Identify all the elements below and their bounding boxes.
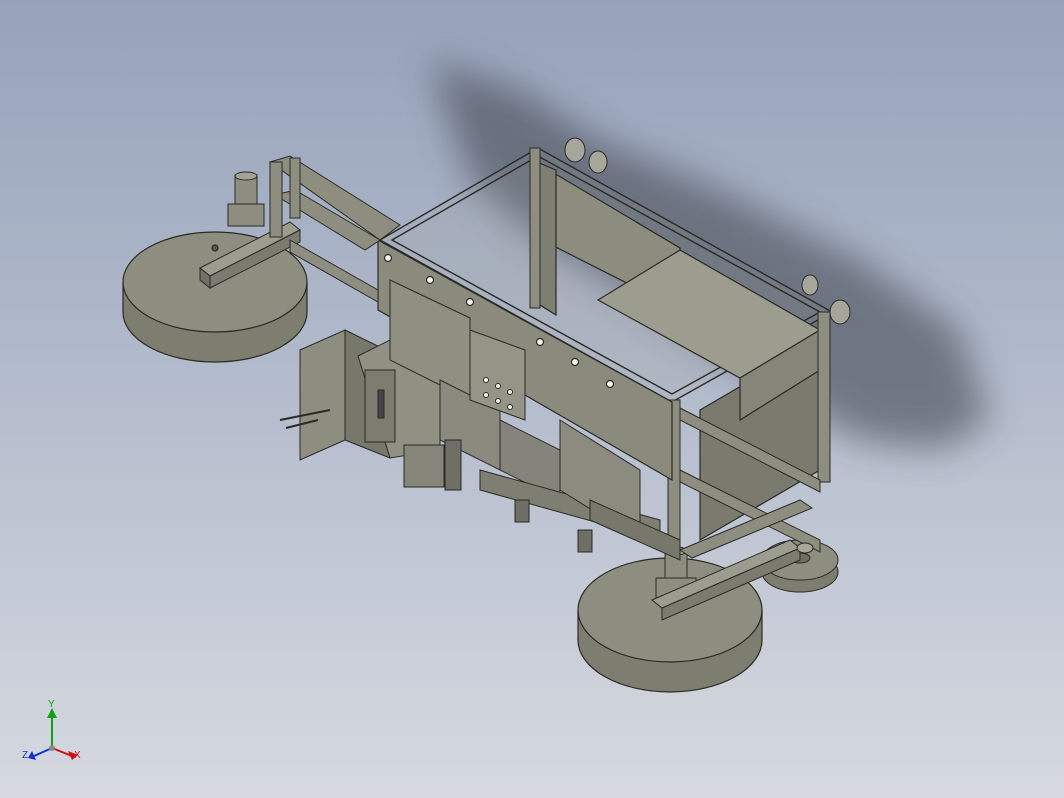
y-axis-label: Y bbox=[48, 699, 55, 710]
graphics-viewport[interactable]: Y X Z bbox=[0, 0, 1064, 798]
z-axis-label: Z bbox=[22, 750, 29, 761]
triad-origin bbox=[49, 745, 55, 751]
x-axis-label: X bbox=[74, 750, 81, 761]
cad-model-assembly[interactable] bbox=[0, 0, 1064, 798]
coordinate-triad: Y X Z bbox=[18, 700, 88, 770]
